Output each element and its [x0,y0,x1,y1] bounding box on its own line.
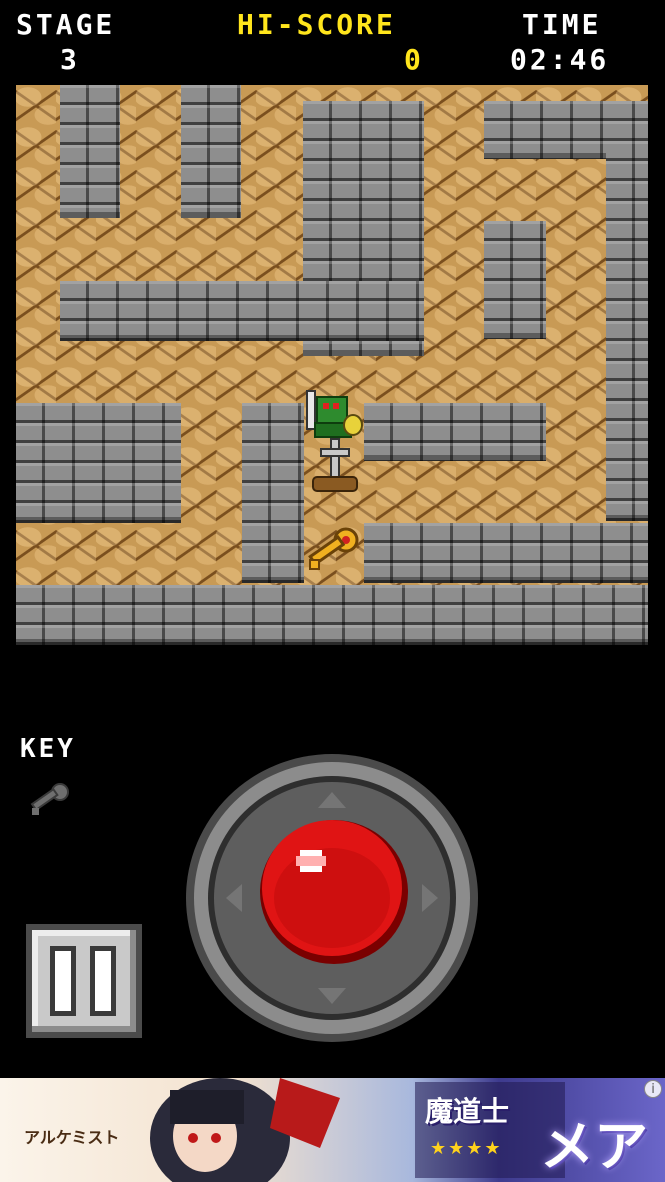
ad-character-name: メア [540,1115,648,1178]
maze-wall [364,403,546,461]
time-value: 02:46 [510,43,610,76]
ad-title: 魔道士 [425,1095,510,1128]
time-label: TIME [522,8,602,41]
stage-value: 3 [60,43,80,76]
maze-wall [181,85,241,218]
ad-info-icon[interactable]: i [644,1080,662,1098]
pause-icon [90,946,116,1016]
maze-wall [60,85,120,218]
pause-icon [50,946,76,1016]
maze-wall [242,403,304,583]
hiscore-value: 0 [404,43,424,76]
ad-logo: アルケミスト [24,1128,120,1147]
stage-label: STAGE [16,8,116,41]
maze-wall [16,403,181,523]
maze-wall [606,101,648,521]
maze-wall [484,221,546,339]
pause-button[interactable] [26,924,142,1038]
game-screen: STAGE 3 HI-SCORE 0 TIME 02:46 KEY アルケミスト… [0,0,665,1182]
goblin-player-sprite [306,390,363,492]
key-slot-icon [30,783,69,815]
maze-wall [364,523,648,583]
key-inventory-label: KEY [20,734,76,764]
ad-rating-stars: ★★★★ [430,1138,503,1159]
maze-wall [16,585,648,645]
dpad-joystick[interactable] [184,752,480,1044]
maze-wall [60,281,424,341]
hiscore-label: HI-SCORE [237,8,396,41]
golden-key-item [308,527,359,570]
